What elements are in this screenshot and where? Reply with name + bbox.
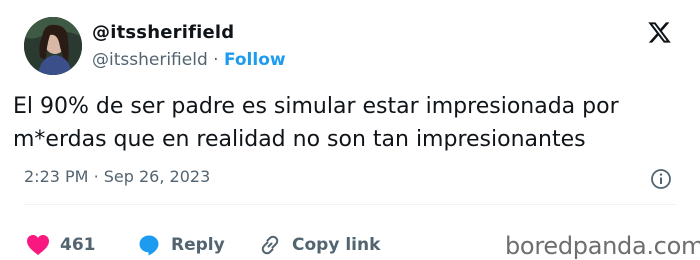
tweet-date[interactable]: Sep 26, 2023 <box>104 167 211 186</box>
meta-separator: · <box>93 167 99 186</box>
reply-bubble-icon <box>137 233 161 257</box>
info-icon[interactable] <box>650 168 672 190</box>
likes-count: 461 <box>60 235 96 255</box>
copy-link-button[interactable]: Copy link <box>258 233 380 257</box>
link-icon <box>258 233 282 257</box>
reply-button[interactable]: Reply <box>137 233 225 257</box>
heart-icon <box>26 234 50 256</box>
avatar[interactable] <box>24 17 82 75</box>
tweet-time[interactable]: 2:23 PM <box>24 167 88 186</box>
display-name[interactable]: @itssherifield <box>92 22 234 43</box>
x-logo-icon[interactable] <box>647 20 672 45</box>
copy-link-label: Copy link <box>292 235 381 255</box>
watermark: boredpanda.com <box>505 232 700 260</box>
divider <box>24 204 676 205</box>
handle-separator: · <box>213 50 219 70</box>
reply-label: Reply <box>171 235 225 255</box>
tweet-text: El 90% de ser padre es simular estar imp… <box>13 94 619 152</box>
handle[interactable]: @itssherifield <box>92 50 208 70</box>
like-button[interactable]: 461 <box>26 234 96 256</box>
handle-row: @itssherifield · Follow <box>92 50 286 70</box>
follow-button[interactable]: Follow <box>224 50 286 70</box>
tweet-meta: 2:23 PM · Sep 26, 2023 <box>24 167 210 186</box>
